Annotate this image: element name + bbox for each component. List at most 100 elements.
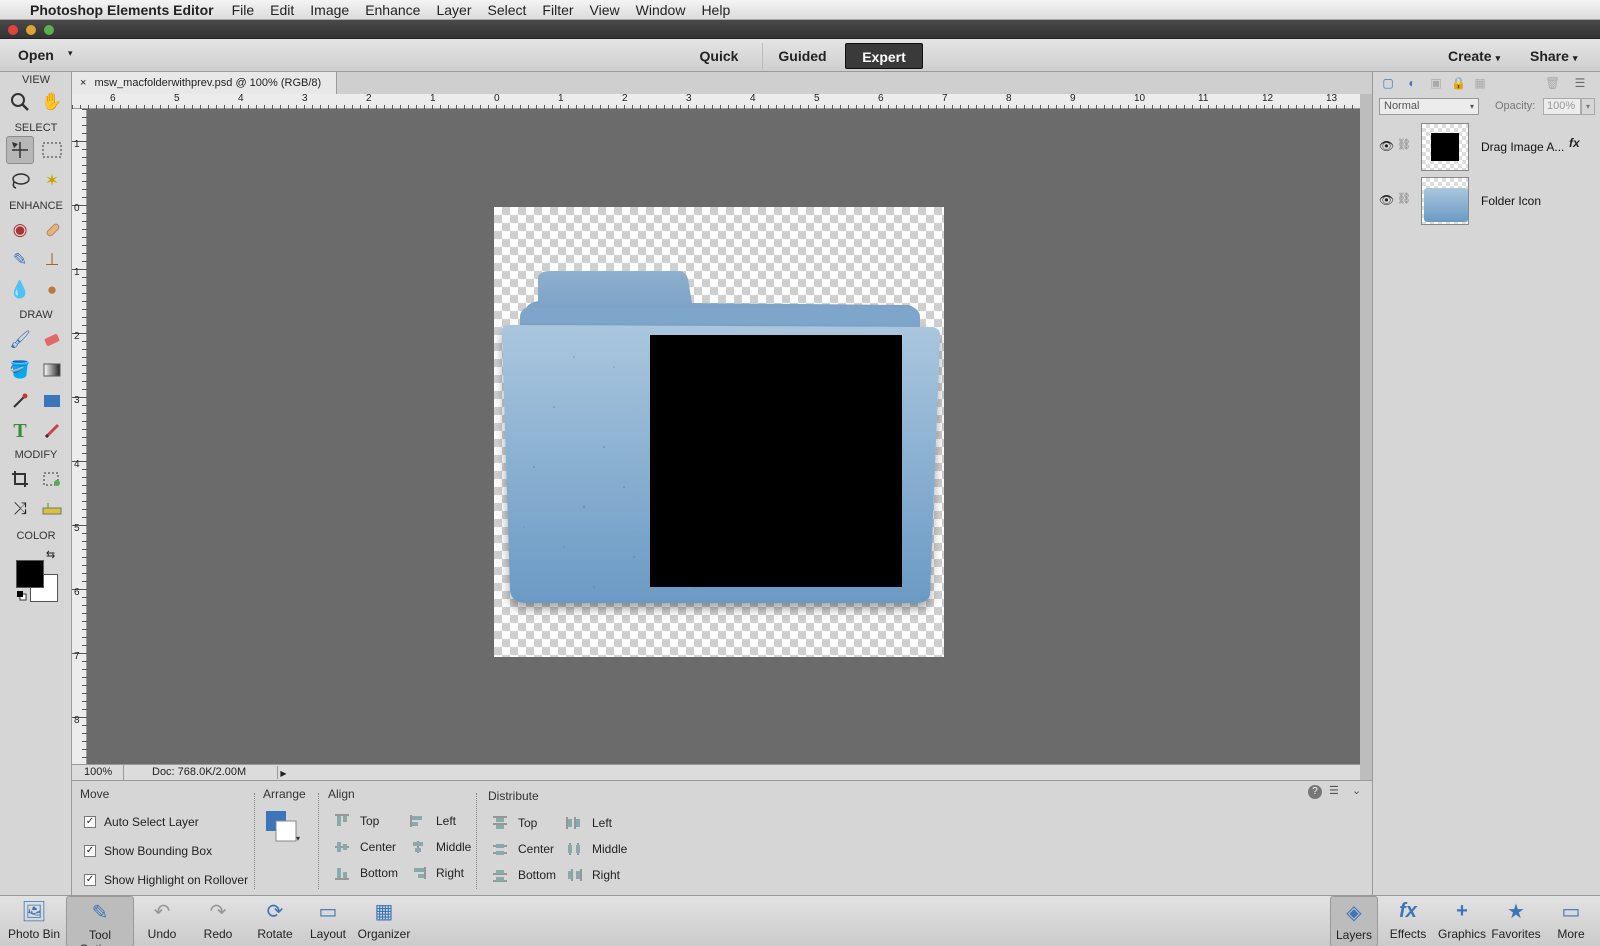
play-icon[interactable]: ▶	[277, 766, 289, 779]
blur-tool-icon[interactable]: 💧	[6, 276, 34, 304]
align-left-button[interactable]: Left	[410, 814, 456, 828]
layers-button[interactable]: ◈ Layers	[1330, 896, 1378, 946]
menu-layer[interactable]: Layer	[436, 2, 471, 18]
layer-row[interactable]: 👁 ⛓ Folder Icon	[1373, 174, 1600, 228]
lock-icon[interactable]: 🔒	[1451, 76, 1466, 90]
panel-menu-icon[interactable]: ☰	[1573, 76, 1587, 90]
zoom-tool-icon[interactable]	[6, 88, 34, 116]
favorites-button[interactable]: ★ Favorites	[1488, 896, 1544, 946]
swap-colors-icon[interactable]: ⇆	[46, 548, 55, 561]
photo-bin-button[interactable]: 🖼 Photo Bin	[4, 896, 64, 946]
checkbox[interactable]: ✓	[84, 816, 96, 828]
pencil-tool-icon[interactable]	[38, 417, 66, 445]
eraser-tool-icon[interactable]	[38, 326, 66, 354]
align-bottom-button[interactable]: Bottom	[334, 866, 398, 880]
redo-button[interactable]: ↷ Redo	[196, 896, 240, 946]
align-right-button[interactable]: Right	[410, 866, 464, 880]
document-tab[interactable]: × msw_macfolderwithprev.psd @ 100% (RGB/8…	[72, 72, 337, 94]
spot-healing-icon[interactable]	[38, 216, 66, 244]
chevron-down-icon[interactable]: ▾	[68, 48, 73, 59]
organizer-button[interactable]: ▦ Organizer	[354, 896, 414, 946]
clone-stamp-icon[interactable]: ⊥	[38, 246, 66, 274]
hand-tool-icon[interactable]: ✋	[38, 88, 66, 116]
auto-select-layer-checkbox[interactable]: ✓ Auto Select Layer	[84, 815, 199, 829]
adjustment-layer-icon[interactable]: ◐	[1405, 76, 1419, 90]
menu-view[interactable]: View	[590, 2, 620, 18]
link-icon[interactable]: ⛓	[1397, 138, 1411, 151]
red-eye-icon[interactable]: ◉	[6, 216, 34, 244]
type-tool-icon[interactable]: T	[6, 417, 34, 445]
layout-button[interactable]: ▭ Layout	[306, 896, 350, 946]
eyedropper-icon[interactable]	[6, 387, 34, 415]
trash-icon[interactable]: 🗑	[1545, 76, 1560, 90]
sponge-tool-icon[interactable]: ●	[38, 276, 66, 304]
share-button[interactable]: Share ▾	[1530, 48, 1577, 64]
paint-bucket-icon[interactable]: 🪣	[6, 356, 34, 384]
zoom-level-field[interactable]: 100%	[78, 765, 124, 780]
distribute-left-button[interactable]: Left	[566, 816, 612, 830]
chevron-down-icon[interactable]: ▾	[1581, 98, 1595, 115]
distribute-center-button[interactable]: Center	[492, 842, 554, 856]
brush-tool-icon[interactable]: 🖌	[6, 326, 34, 354]
fx-icon[interactable]: fx	[1569, 136, 1580, 150]
mask-icon[interactable]: ▣	[1429, 76, 1443, 90]
blend-mode-select[interactable]: Normal ▾	[1379, 98, 1479, 115]
menu-file[interactable]: File	[232, 2, 255, 18]
lock-transparent-icon[interactable]: ▦	[1473, 76, 1487, 90]
show-bounding-box-checkbox[interactable]: ✓ Show Bounding Box	[84, 844, 212, 858]
arrange-dropdown[interactable]: ▾	[266, 811, 302, 843]
graphics-button[interactable]: + Graphics	[1434, 896, 1490, 946]
move-tool-icon[interactable]	[6, 136, 34, 164]
opacity-field[interactable]: 100%	[1543, 98, 1581, 115]
effects-button[interactable]: fx Effects	[1384, 896, 1432, 946]
canvas-area[interactable]	[87, 109, 1360, 764]
menu-enhance[interactable]: Enhance	[365, 2, 420, 18]
straighten-tool-icon[interactable]	[38, 495, 66, 523]
lasso-tool-icon[interactable]	[6, 167, 34, 195]
menu-window[interactable]: Window	[636, 2, 686, 18]
minimize-window-button[interactable]	[26, 25, 36, 35]
tab-quick[interactable]: Quick	[688, 43, 750, 69]
menu-select[interactable]: Select	[488, 2, 527, 18]
zoom-window-button[interactable]	[44, 25, 54, 35]
help-icon[interactable]: ?	[1308, 785, 1322, 799]
document-canvas[interactable]	[494, 207, 944, 657]
foreground-color-swatch[interactable]	[16, 560, 44, 588]
menu-filter[interactable]: Filter	[542, 2, 573, 18]
align-middle-button[interactable]: Middle	[410, 840, 471, 854]
magic-wand-icon[interactable]: ✶	[38, 167, 66, 195]
marquee-tool-icon[interactable]	[38, 136, 66, 164]
app-name-menu[interactable]: Photoshop Elements Editor	[30, 2, 214, 18]
close-icon[interactable]: ×	[80, 77, 86, 89]
smart-brush-icon[interactable]: ✎	[6, 246, 34, 274]
visibility-eye-icon[interactable]: 👁	[1379, 193, 1394, 207]
distribute-right-button[interactable]: Right	[566, 868, 620, 882]
link-icon[interactable]: ⛓	[1397, 192, 1411, 205]
create-button[interactable]: Create ▾	[1448, 48, 1500, 64]
layer-row[interactable]: 👁 ⛓ Drag Image A... fx	[1373, 120, 1600, 174]
crop-tool-icon[interactable]	[6, 465, 34, 493]
visibility-eye-icon[interactable]: 👁	[1379, 139, 1394, 153]
align-top-button[interactable]: Top	[334, 814, 379, 828]
menu-help[interactable]: Help	[701, 2, 730, 18]
align-center-button[interactable]: Center	[334, 840, 396, 854]
more-button[interactable]: ▭ More	[1548, 896, 1594, 946]
tab-guided[interactable]: Guided	[762, 43, 842, 69]
show-highlight-checkbox[interactable]: ✓ Show Highlight on Rollover	[84, 873, 248, 887]
undo-button[interactable]: ↶ Undo	[140, 896, 184, 946]
content-aware-move-icon[interactable]: ⤨	[6, 495, 34, 523]
distribute-middle-button[interactable]: Middle	[566, 842, 627, 856]
menu-image[interactable]: Image	[310, 2, 349, 18]
default-colors-icon[interactable]	[17, 590, 27, 601]
close-window-button[interactable]	[8, 25, 18, 35]
shape-tool-icon[interactable]	[38, 387, 66, 415]
distribute-bottom-button[interactable]: Bottom	[492, 868, 556, 882]
chevron-down-icon[interactable]: ⌄	[1352, 784, 1361, 797]
panel-menu-icon[interactable]: ☰	[1329, 784, 1339, 797]
tab-expert[interactable]: Expert	[845, 43, 923, 69]
open-button[interactable]: Open	[18, 47, 54, 63]
checkbox[interactable]: ✓	[84, 874, 96, 886]
menu-edit[interactable]: Edit	[270, 2, 294, 18]
recompose-tool-icon[interactable]	[38, 465, 66, 493]
distribute-top-button[interactable]: Top	[492, 816, 537, 830]
